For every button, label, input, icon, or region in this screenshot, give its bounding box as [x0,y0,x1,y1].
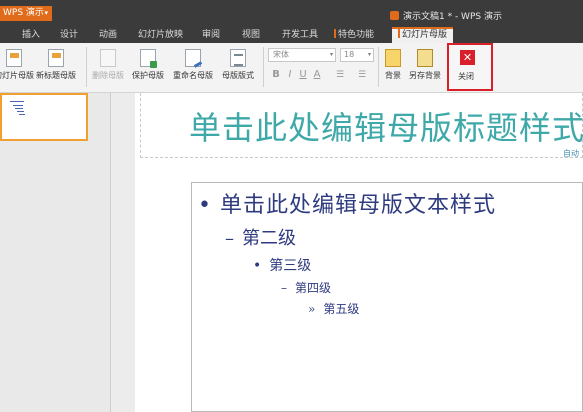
menu-special-features-label: 特色功能 [338,30,375,40]
auto-label: 自动 [563,149,579,158]
font-name-select[interactable]: 宋体 ▾ [268,48,336,62]
title-placeholder-text[interactable]: 单击此处编辑母版标题样式 [189,103,583,149]
background-icon [385,49,401,67]
body-level-3-text: 第三级 [269,258,312,274]
delete-master-button[interactable]: 删除母版 [92,47,124,91]
close-master-view-button[interactable]: 关闭 [458,71,474,82]
protect-master-icon [140,49,157,68]
bold-button[interactable]: B [270,68,282,82]
document-title: 演示文稿1 * - WPS 演示 [390,9,502,22]
body-level-3[interactable]: • 第三级 [253,255,311,275]
menu-slide-master-label: 幻灯片母版 [402,30,448,40]
menu-view[interactable]: 视图 [242,27,260,43]
bullet-list-icon[interactable]: ☰ [333,68,347,82]
menu-bar: 插入 设计 动画 幻灯片放映 审阅 视图 开发工具 特色功能 幻灯片母版 [0,27,583,43]
double-chevron-bullet-icon: » [308,302,316,316]
close-icon[interactable]: ✕ [460,50,475,65]
body-level-4[interactable]: – 第四级 [281,279,331,296]
bullet-icon: • [253,258,262,274]
new-title-master-label: 新标题母版 [36,71,76,80]
rename-master-icon [185,49,201,67]
rename-master-button[interactable]: 重命名母版 [173,47,213,91]
thumbnail-line [19,114,25,115]
chevron-down-icon: ▾ [329,51,333,58]
menu-insert[interactable]: 插入 [22,27,40,43]
slide-master-icon [6,49,22,67]
body-level-4-text: 第四级 [295,281,332,295]
protect-master-button[interactable]: 保护母版 [132,47,164,91]
dash-bullet-icon: – [225,228,234,249]
font-color-button[interactable]: A [311,68,323,82]
ribbon-divider [86,47,87,87]
thumbnail-line [17,111,24,112]
document-icon [390,11,399,20]
body-level-2-text: 第二级 [242,228,296,249]
menu-design[interactable]: 设计 [60,27,78,43]
title-bar: WPS 演示 ▾ 演示文稿1 * - WPS 演示 [0,0,583,27]
body-level-1[interactable]: • 单击此处编辑母版文本样式 [198,187,496,219]
ribbon-divider [378,47,379,87]
rename-master-label: 重命名母版 [173,71,213,80]
save-background-button[interactable]: 另存背景 [409,47,441,91]
menu-slide-master[interactable]: 幻灯片母版 [392,27,454,43]
delete-master-label: 删除母版 [92,71,124,80]
chevron-down-icon: ▾ [44,9,48,17]
save-background-label: 另存背景 [409,71,441,80]
new-title-master-button[interactable]: 新标题母版 [36,47,76,91]
font-size-select[interactable]: 18 ▾ [340,48,374,62]
body-level-5-text: 第五级 [323,302,360,316]
app-name: WPS 演示 [3,8,44,18]
menu-animation[interactable]: 动画 [99,27,117,43]
insert-master-button[interactable]: 幻灯片母版 [0,47,34,91]
font-size-value: 18 [344,50,355,59]
body-level-2[interactable]: – 第二级 [225,224,296,250]
insert-master-label: 幻灯片母版 [0,71,34,80]
background-button[interactable]: 背景 [385,47,401,91]
body-level-5[interactable]: » 第五级 [308,300,359,317]
font-name-value: 宋体 [273,50,289,59]
bullet-icon: • [198,193,212,218]
document-title-text: 演示文稿1 * - WPS 演示 [403,12,502,22]
dash-bullet-icon: – [281,281,287,295]
master-layout-label: 母版版式 [222,71,254,80]
thumbnail-line [10,101,24,102]
new-title-master-icon [48,49,64,67]
protect-master-label: 保护母版 [132,71,164,80]
menu-review[interactable]: 审阅 [202,27,220,43]
master-slide-thumbnail[interactable] [0,93,88,141]
menu-developer[interactable]: 开发工具 [282,27,318,43]
slide-thumbnail-pane [0,93,111,412]
underline-button[interactable]: U [298,68,308,82]
save-background-icon [417,49,433,67]
app-menu-button[interactable]: WPS 演示 ▾ [0,6,52,21]
menu-special-features[interactable]: 特色功能 [334,27,374,43]
menu-slideshow[interactable]: 幻灯片放映 [138,27,183,43]
master-layout-button[interactable]: 母版版式 [222,47,254,91]
background-label: 背景 [385,71,401,80]
feature-marker-icon [334,29,336,38]
feature-marker-icon [398,29,400,38]
master-layout-icon [230,49,246,67]
ribbon-divider [263,47,264,87]
delete-master-icon [100,49,116,67]
thumbnail-line [15,108,23,109]
italic-button[interactable]: I [285,68,295,82]
thumbnail-line [13,105,23,106]
chevron-down-icon: ▾ [367,51,371,58]
body-level-1-text: 单击此处编辑母版文本样式 [219,193,496,218]
numbered-list-icon[interactable]: ☰ [355,68,369,82]
